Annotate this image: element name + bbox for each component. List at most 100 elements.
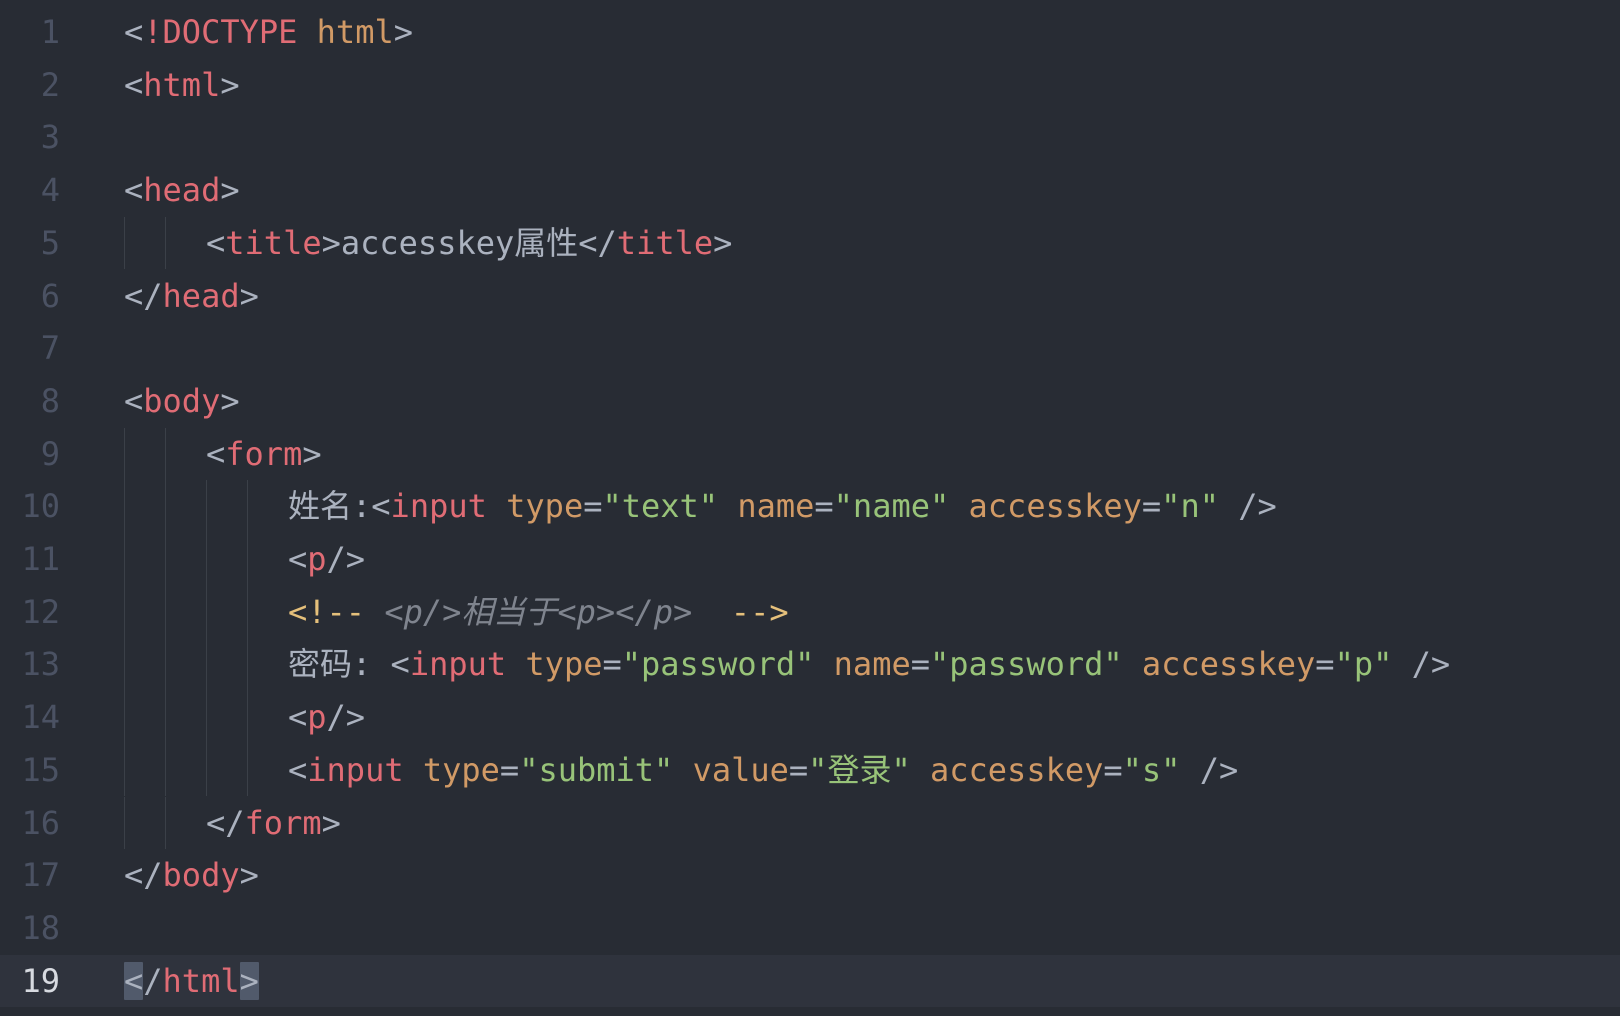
bracket-match-token: <: [124, 961, 144, 1000]
code-line[interactable]: 12 <!-- <p/>相当于<p></p> -->: [0, 585, 1620, 639]
code-token: <: [371, 487, 391, 526]
code-token: >: [321, 223, 341, 262]
code-line[interactable]: 11 <p/>: [0, 533, 1620, 586]
code-token: input: [390, 487, 487, 526]
code-token: =: [602, 645, 622, 684]
code-line[interactable]: 2 <html>: [0, 59, 1620, 112]
code-token: </: [124, 276, 163, 315]
code-line[interactable]: 8 <body>: [0, 375, 1620, 428]
line-number: 2: [40, 65, 60, 104]
indent-guide: [165, 427, 166, 481]
indent-guide: [165, 743, 166, 797]
code-line[interactable]: 18: [0, 902, 1620, 955]
line-number: 12: [21, 592, 60, 631]
code-token: >: [713, 223, 733, 262]
code-token: -->: [730, 592, 789, 631]
code-token: />: [1392, 645, 1451, 684]
code-token: =: [788, 750, 809, 789]
code-token: input: [409, 645, 507, 684]
code-token: <p/>相当于<p></p>: [365, 592, 731, 631]
code-text: 密码: <input type="password" name="passwor…: [288, 638, 1450, 691]
code-token: =: [1315, 645, 1335, 684]
code-token: <: [288, 750, 308, 789]
code-line[interactable]: 10 姓名:<input type="text" name="name" acce…: [0, 480, 1620, 533]
code-line[interactable]: 5 <title>accesskey属性</title>: [0, 216, 1620, 270]
code-text: </form>: [206, 797, 341, 850]
code-text: <html>: [124, 59, 240, 112]
line-number: 10: [21, 487, 60, 526]
line-number: 19: [21, 961, 60, 1000]
code-token: html: [143, 65, 221, 104]
line-number: 17: [21, 856, 60, 895]
code-editor[interactable]: 1 <!DOCTYPE html> 2 <html> 3 4 <head> 5 <title>a…: [0, 0, 1620, 1016]
code-token: body: [162, 856, 240, 895]
code-token: input: [307, 750, 404, 789]
code-token: <: [288, 698, 308, 737]
code-text: </html>: [124, 955, 259, 1008]
code-token: </: [206, 803, 245, 842]
code-token: >: [220, 381, 240, 420]
code-text: </body>: [124, 849, 259, 902]
indent-guide: [124, 427, 125, 481]
code-token: "submit": [519, 750, 674, 789]
code-line[interactable]: 19 </html>: [0, 954, 1620, 1008]
code-token: <: [288, 540, 308, 578]
code-token: </: [578, 223, 617, 262]
code-token: type: [506, 645, 603, 684]
code-token: type: [486, 487, 584, 526]
code-token: p: [307, 540, 327, 578]
code-token: accesskey: [910, 750, 1104, 789]
code-token: <: [206, 434, 226, 473]
code-token: "password": [929, 645, 1123, 684]
code-token: />: [1218, 487, 1277, 526]
code-line[interactable]: 6 </head>: [0, 270, 1620, 323]
code-token: =: [1103, 750, 1123, 789]
code-token: "password": [621, 645, 815, 684]
code-line[interactable]: 14 <p/>: [0, 691, 1620, 744]
line-number: 1: [40, 13, 60, 51]
indent-guide: [124, 585, 125, 639]
code-line[interactable]: 17 </body>: [0, 849, 1620, 902]
code-token: body: [143, 381, 221, 420]
code-token: <: [124, 13, 144, 51]
line-number: 3: [40, 118, 60, 157]
code-line[interactable]: 3: [0, 111, 1620, 164]
indent-guide: [206, 638, 207, 692]
code-token: =: [814, 487, 834, 526]
code-line[interactable]: 13 密码: <input type="password" name="passw…: [0, 638, 1620, 692]
code-token: <: [124, 171, 144, 210]
code-line[interactable]: 15 <input type="submit" value="登录" access…: [0, 743, 1620, 797]
code-token: /: [143, 961, 163, 1000]
code-text: <!DOCTYPE html>: [124, 6, 413, 59]
line-number: 6: [40, 276, 60, 315]
bracket-match-token: >: [239, 961, 259, 1000]
code-text: <!-- <p/>相当于<p></p> -->: [288, 586, 789, 639]
code-token: html: [162, 961, 240, 1000]
code-token: =: [499, 750, 520, 789]
code-token: "s": [1122, 750, 1181, 789]
code-text: <title>accesskey属性</title>: [206, 217, 732, 270]
line-number: 8: [40, 381, 60, 420]
line-number: 9: [40, 434, 60, 473]
code-token: <: [390, 645, 410, 684]
code-line[interactable]: 7: [0, 322, 1620, 375]
indent-guide: [165, 585, 166, 639]
code-line[interactable]: 9 <form>: [0, 427, 1620, 481]
code-token: head: [143, 171, 221, 210]
line-number: 4: [40, 171, 60, 210]
indent-guide: [124, 796, 125, 850]
indent-guide: [124, 691, 125, 744]
code-token: name: [718, 487, 815, 526]
code-token: html: [297, 13, 394, 51]
code-token: >: [302, 434, 322, 473]
code-line[interactable]: 4 <head>: [0, 164, 1620, 217]
code-token: accesskey: [1122, 645, 1316, 684]
code-line[interactable]: 1 <!DOCTYPE html>: [0, 6, 1620, 59]
indent-guide: [247, 638, 248, 692]
code-token: "name": [833, 487, 950, 526]
line-number: 5: [40, 223, 60, 262]
code-token: <: [124, 381, 144, 420]
code-text: </head>: [124, 270, 259, 323]
indent-guide: [206, 691, 207, 744]
code-line[interactable]: 16 </form>: [0, 796, 1620, 850]
